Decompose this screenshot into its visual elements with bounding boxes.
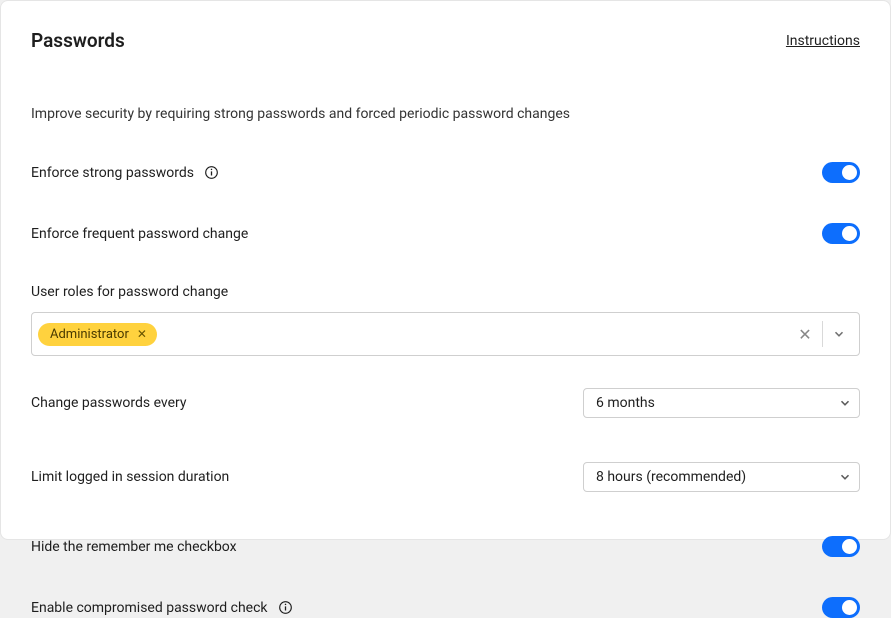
compromised-check-toggle[interactable]: [822, 597, 860, 618]
setting-row-change-every: Change passwords every 6 months: [31, 388, 860, 418]
session-duration-label: Limit logged in session duration: [31, 469, 229, 485]
session-duration-value: 8 hours (recommended): [596, 469, 746, 485]
enforce-frequent-toggle[interactable]: [822, 223, 860, 244]
card-header: Passwords Instructions: [31, 29, 860, 52]
setting-row-session-duration: Limit logged in session duration 8 hours…: [31, 462, 860, 492]
session-duration-select[interactable]: 8 hours (recommended): [583, 462, 860, 492]
clear-all-icon[interactable]: ✕: [790, 325, 820, 344]
user-roles-label: User roles for password change: [31, 284, 860, 300]
card-description: Improve security by requiring strong pas…: [31, 106, 860, 122]
enforce-strong-toggle[interactable]: [822, 162, 860, 183]
instructions-link[interactable]: Instructions: [786, 33, 860, 49]
hide-remember-label: Hide the remember me checkbox: [31, 539, 237, 555]
setting-row-enforce-frequent: Enforce frequent password change: [31, 223, 860, 244]
page-title: Passwords: [31, 29, 125, 52]
change-every-select[interactable]: 6 months: [583, 388, 860, 418]
enforce-strong-label: Enforce strong passwords: [31, 165, 194, 181]
user-roles-multiselect[interactable]: Administrator ✕ ✕: [31, 312, 860, 356]
setting-row-compromised-check: Enable compromised password check: [31, 597, 860, 618]
role-tag-label: Administrator: [50, 327, 129, 342]
enforce-frequent-label: Enforce frequent password change: [31, 226, 248, 242]
change-every-value: 6 months: [596, 395, 655, 411]
hide-remember-toggle[interactable]: [822, 536, 860, 557]
setting-row-hide-remember: Hide the remember me checkbox: [31, 536, 860, 557]
setting-row-enforce-strong: Enforce strong passwords: [31, 162, 860, 183]
passwords-settings-card: Passwords Instructions Improve security …: [0, 0, 891, 540]
remove-tag-icon[interactable]: ✕: [135, 327, 149, 341]
info-icon[interactable]: [278, 600, 293, 615]
compromised-check-label: Enable compromised password check: [31, 600, 268, 616]
multiselect-caret-icon[interactable]: [825, 327, 853, 341]
user-roles-field: User roles for password change Administr…: [31, 284, 860, 356]
change-every-label: Change passwords every: [31, 395, 187, 411]
role-tag: Administrator ✕: [38, 323, 157, 346]
info-icon[interactable]: [204, 165, 219, 180]
